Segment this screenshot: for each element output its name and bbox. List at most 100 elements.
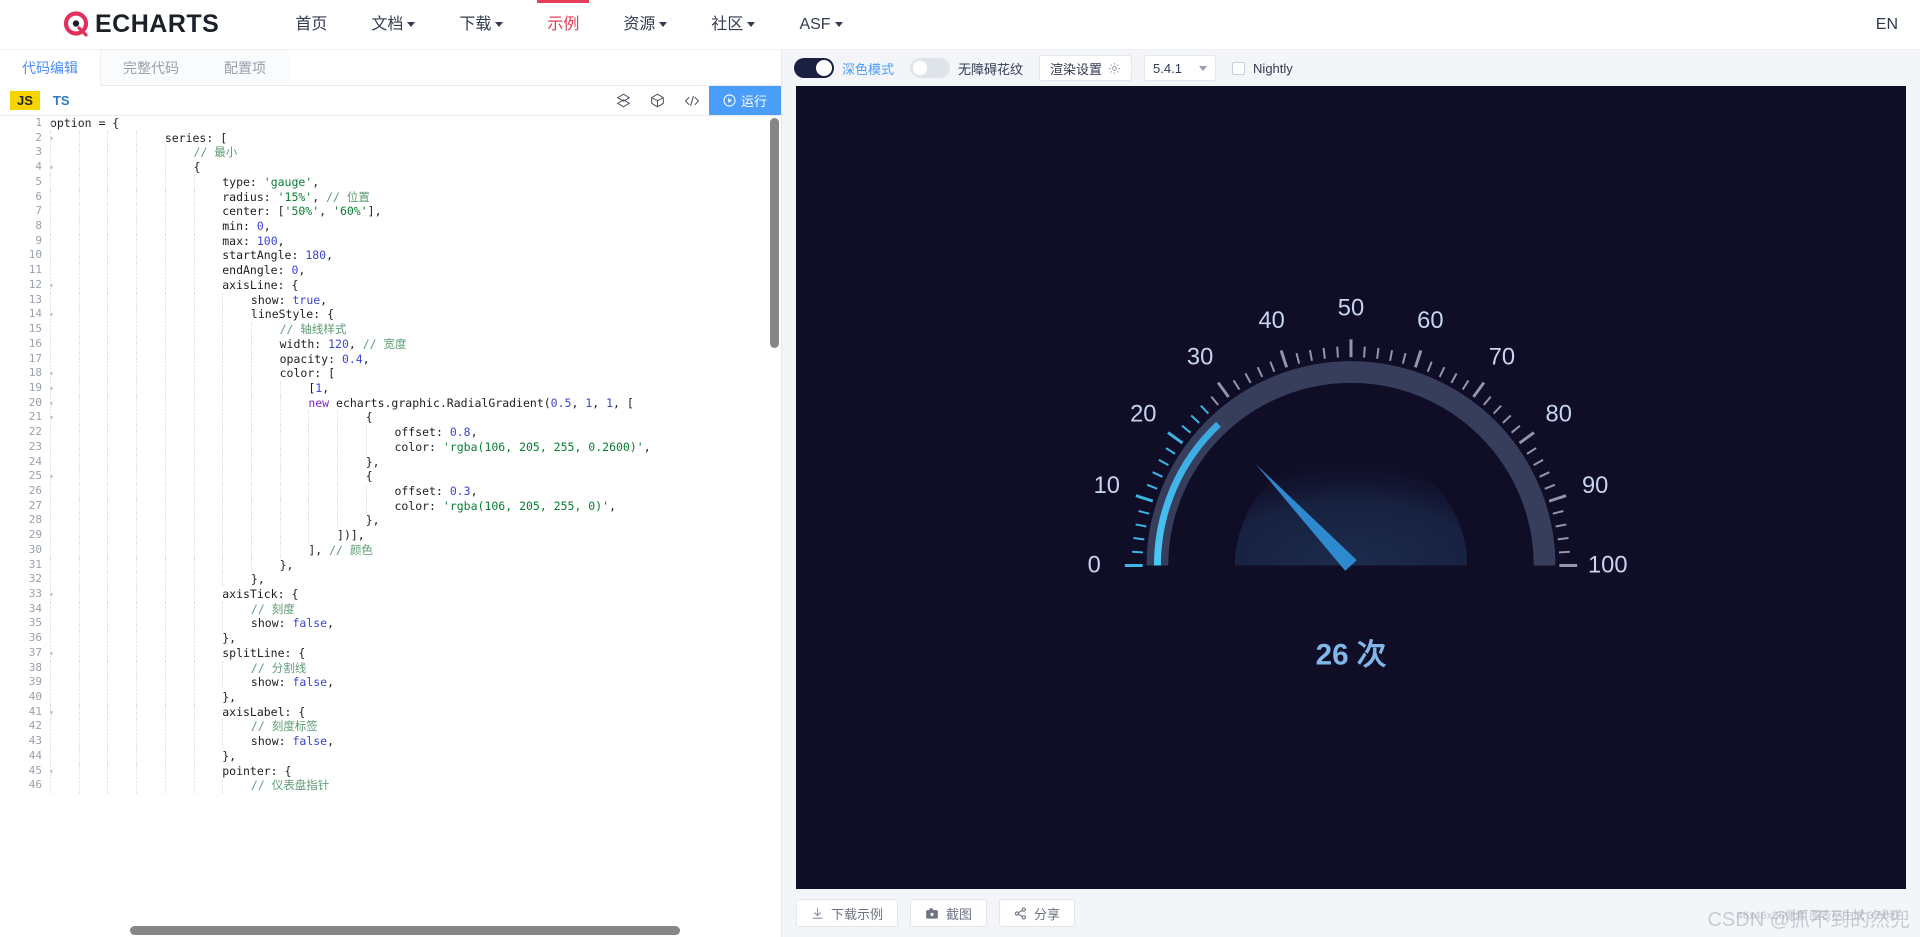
indent-guide: [193, 542, 223, 558]
run-button[interactable]: 运行: [708, 86, 781, 115]
code-line: // 轴线样式: [50, 322, 781, 337]
editor-vertical-scrollbar[interactable]: [770, 118, 779, 348]
tab-2[interactable]: 完整代码: [101, 50, 202, 85]
indent-guide: [107, 675, 136, 691]
indent-guide: [50, 557, 79, 573]
echarts-logo[interactable]: ECHARTS: [62, 10, 219, 40]
line-number: 16: [28, 336, 42, 350]
gauge-major-tick: [1135, 494, 1154, 503]
indent-guide: [107, 219, 136, 234]
nav-item-6[interactable]: 社区: [689, 0, 777, 50]
indent-guide: [78, 763, 108, 779]
code-line: // 最小: [50, 145, 781, 161]
nav-item-1[interactable]: 首页: [273, 0, 349, 50]
indent-guide: [136, 778, 165, 794]
indent-guide: [164, 189, 194, 205]
indent-guide: [50, 439, 79, 455]
indent-guide: [222, 395, 251, 411]
indent-guide: [164, 734, 194, 749]
lang-toggle-js[interactable]: JS: [10, 91, 40, 110]
code-brackets-icon[interactable]: [675, 86, 709, 115]
indent-guide: [279, 513, 309, 529]
indent-guide: [78, 631, 108, 646]
screenshot-button[interactable]: 截图: [910, 899, 988, 927]
nav-item-label: 示例: [547, 15, 580, 33]
chart-canvas[interactable]: 0 10 20 30 40 50 60 70 80 90 100 26 次: [796, 86, 1906, 889]
lang-toggle-ts[interactable]: TS: [46, 91, 77, 110]
nav-item-4[interactable]: 示例: [525, 0, 601, 50]
language-switch[interactable]: EN: [1876, 0, 1898, 50]
indent-guide: [279, 528, 309, 543]
fold-arrow-icon[interactable]: ▾: [49, 308, 54, 323]
indent-guide: [50, 307, 79, 323]
code-editor[interactable]: 1 ▾ 2 ▾ 3 4 ▾ 5 6 7 8 9 10 11 12 ▾ 13 14 ▾ 15 16 17 18 ▾ 19 ▾ 20 ▾ 2…: [0, 116, 781, 937]
fold-arrow-icon[interactable]: ▾: [49, 765, 54, 780]
indent-guide: [164, 307, 194, 323]
gauge-minor-tick: [1132, 550, 1144, 554]
indent-guide: [107, 395, 136, 411]
fold-arrow-icon[interactable]: ▾: [49, 588, 54, 603]
indent-guide: [222, 439, 251, 455]
line-number: 26: [28, 483, 42, 497]
line-number: 44: [28, 748, 42, 762]
nav-item-2[interactable]: 文档: [349, 0, 437, 50]
fold-arrow-icon[interactable]: ▾: [49, 367, 54, 382]
indent-guide: [193, 410, 223, 426]
line-number: 2 ▾: [0, 131, 54, 146]
tab-1[interactable]: 代码编辑: [0, 50, 101, 86]
gear-icon: [1109, 62, 1121, 74]
code-token: '15%': [277, 189, 313, 204]
fold-arrow-icon[interactable]: ▾: [49, 397, 54, 412]
indent-guide: [136, 174, 165, 190]
share-icon: [1014, 906, 1027, 920]
fold-arrow-icon[interactable]: ▾: [49, 117, 54, 132]
code-token: color:: [394, 498, 443, 513]
indent-guide: [50, 704, 79, 720]
nightly-checkbox[interactable]: [1232, 61, 1246, 75]
fold-arrow-icon[interactable]: ▾: [49, 706, 54, 721]
code-token: ,: [320, 292, 328, 307]
nightly-checkbox-wrap[interactable]: Nightly: [1232, 61, 1293, 76]
nav-item-5[interactable]: 资源: [601, 0, 689, 50]
code-text-area[interactable]: option = { series: [ // 最小 { type: 'gaug…: [46, 116, 781, 937]
render-time-status: 46x46x26像素 图表已生成 3.50秒: [1736, 910, 1900, 922]
nav-item-7[interactable]: ASF: [777, 0, 864, 50]
code-token: // 位置: [326, 189, 370, 204]
indent-guide: [78, 351, 108, 367]
indent-guide: [78, 380, 108, 396]
fold-arrow-icon[interactable]: ▾: [49, 132, 54, 147]
download-example-button[interactable]: 下载示例: [796, 899, 899, 927]
fold-arrow-icon[interactable]: ▾: [49, 382, 54, 397]
version-select[interactable]: 5.4.1: [1144, 55, 1217, 81]
indent-guide: [136, 395, 165, 411]
tab-3[interactable]: 配置项: [202, 50, 289, 85]
chevron-down-icon: [407, 21, 416, 27]
indent-guide: [337, 513, 366, 529]
code-line: },: [50, 572, 781, 587]
share-button[interactable]: 分享: [999, 899, 1076, 927]
line-number: 41 ▾: [0, 705, 54, 720]
indent-guide: [193, 616, 223, 632]
code-line: width: 120, // 宽度: [50, 336, 781, 352]
code-token: 0.4: [341, 351, 363, 366]
fold-arrow-icon[interactable]: ▾: [49, 470, 54, 485]
fold-arrow-icon[interactable]: ▾: [49, 161, 54, 176]
fold-arrow-icon[interactable]: ▾: [49, 279, 54, 294]
nav-item-3[interactable]: 下载: [437, 0, 525, 50]
gauge-inner-dome: [1234, 449, 1468, 566]
code-token: ,: [322, 380, 330, 395]
cube-gradient-icon[interactable]: [607, 86, 641, 115]
chevron-down-icon: [495, 21, 504, 27]
indent-guide: [250, 528, 280, 543]
indent-guide: [308, 439, 337, 455]
cube-outline-icon[interactable]: [641, 86, 675, 115]
editor-horizontal-scrollbar[interactable]: [130, 926, 680, 935]
fold-arrow-icon[interactable]: ▾: [49, 411, 54, 426]
indent-guide: [50, 336, 79, 352]
render-settings-button[interactable]: 渲染设置: [1039, 55, 1133, 81]
indent-guide: [250, 542, 280, 558]
accessibility-pattern-toggle[interactable]: [910, 58, 951, 78]
gauge-minor-tick: [1389, 349, 1394, 362]
fold-arrow-icon[interactable]: ▾: [49, 647, 54, 662]
dark-mode-toggle[interactable]: [794, 58, 834, 78]
